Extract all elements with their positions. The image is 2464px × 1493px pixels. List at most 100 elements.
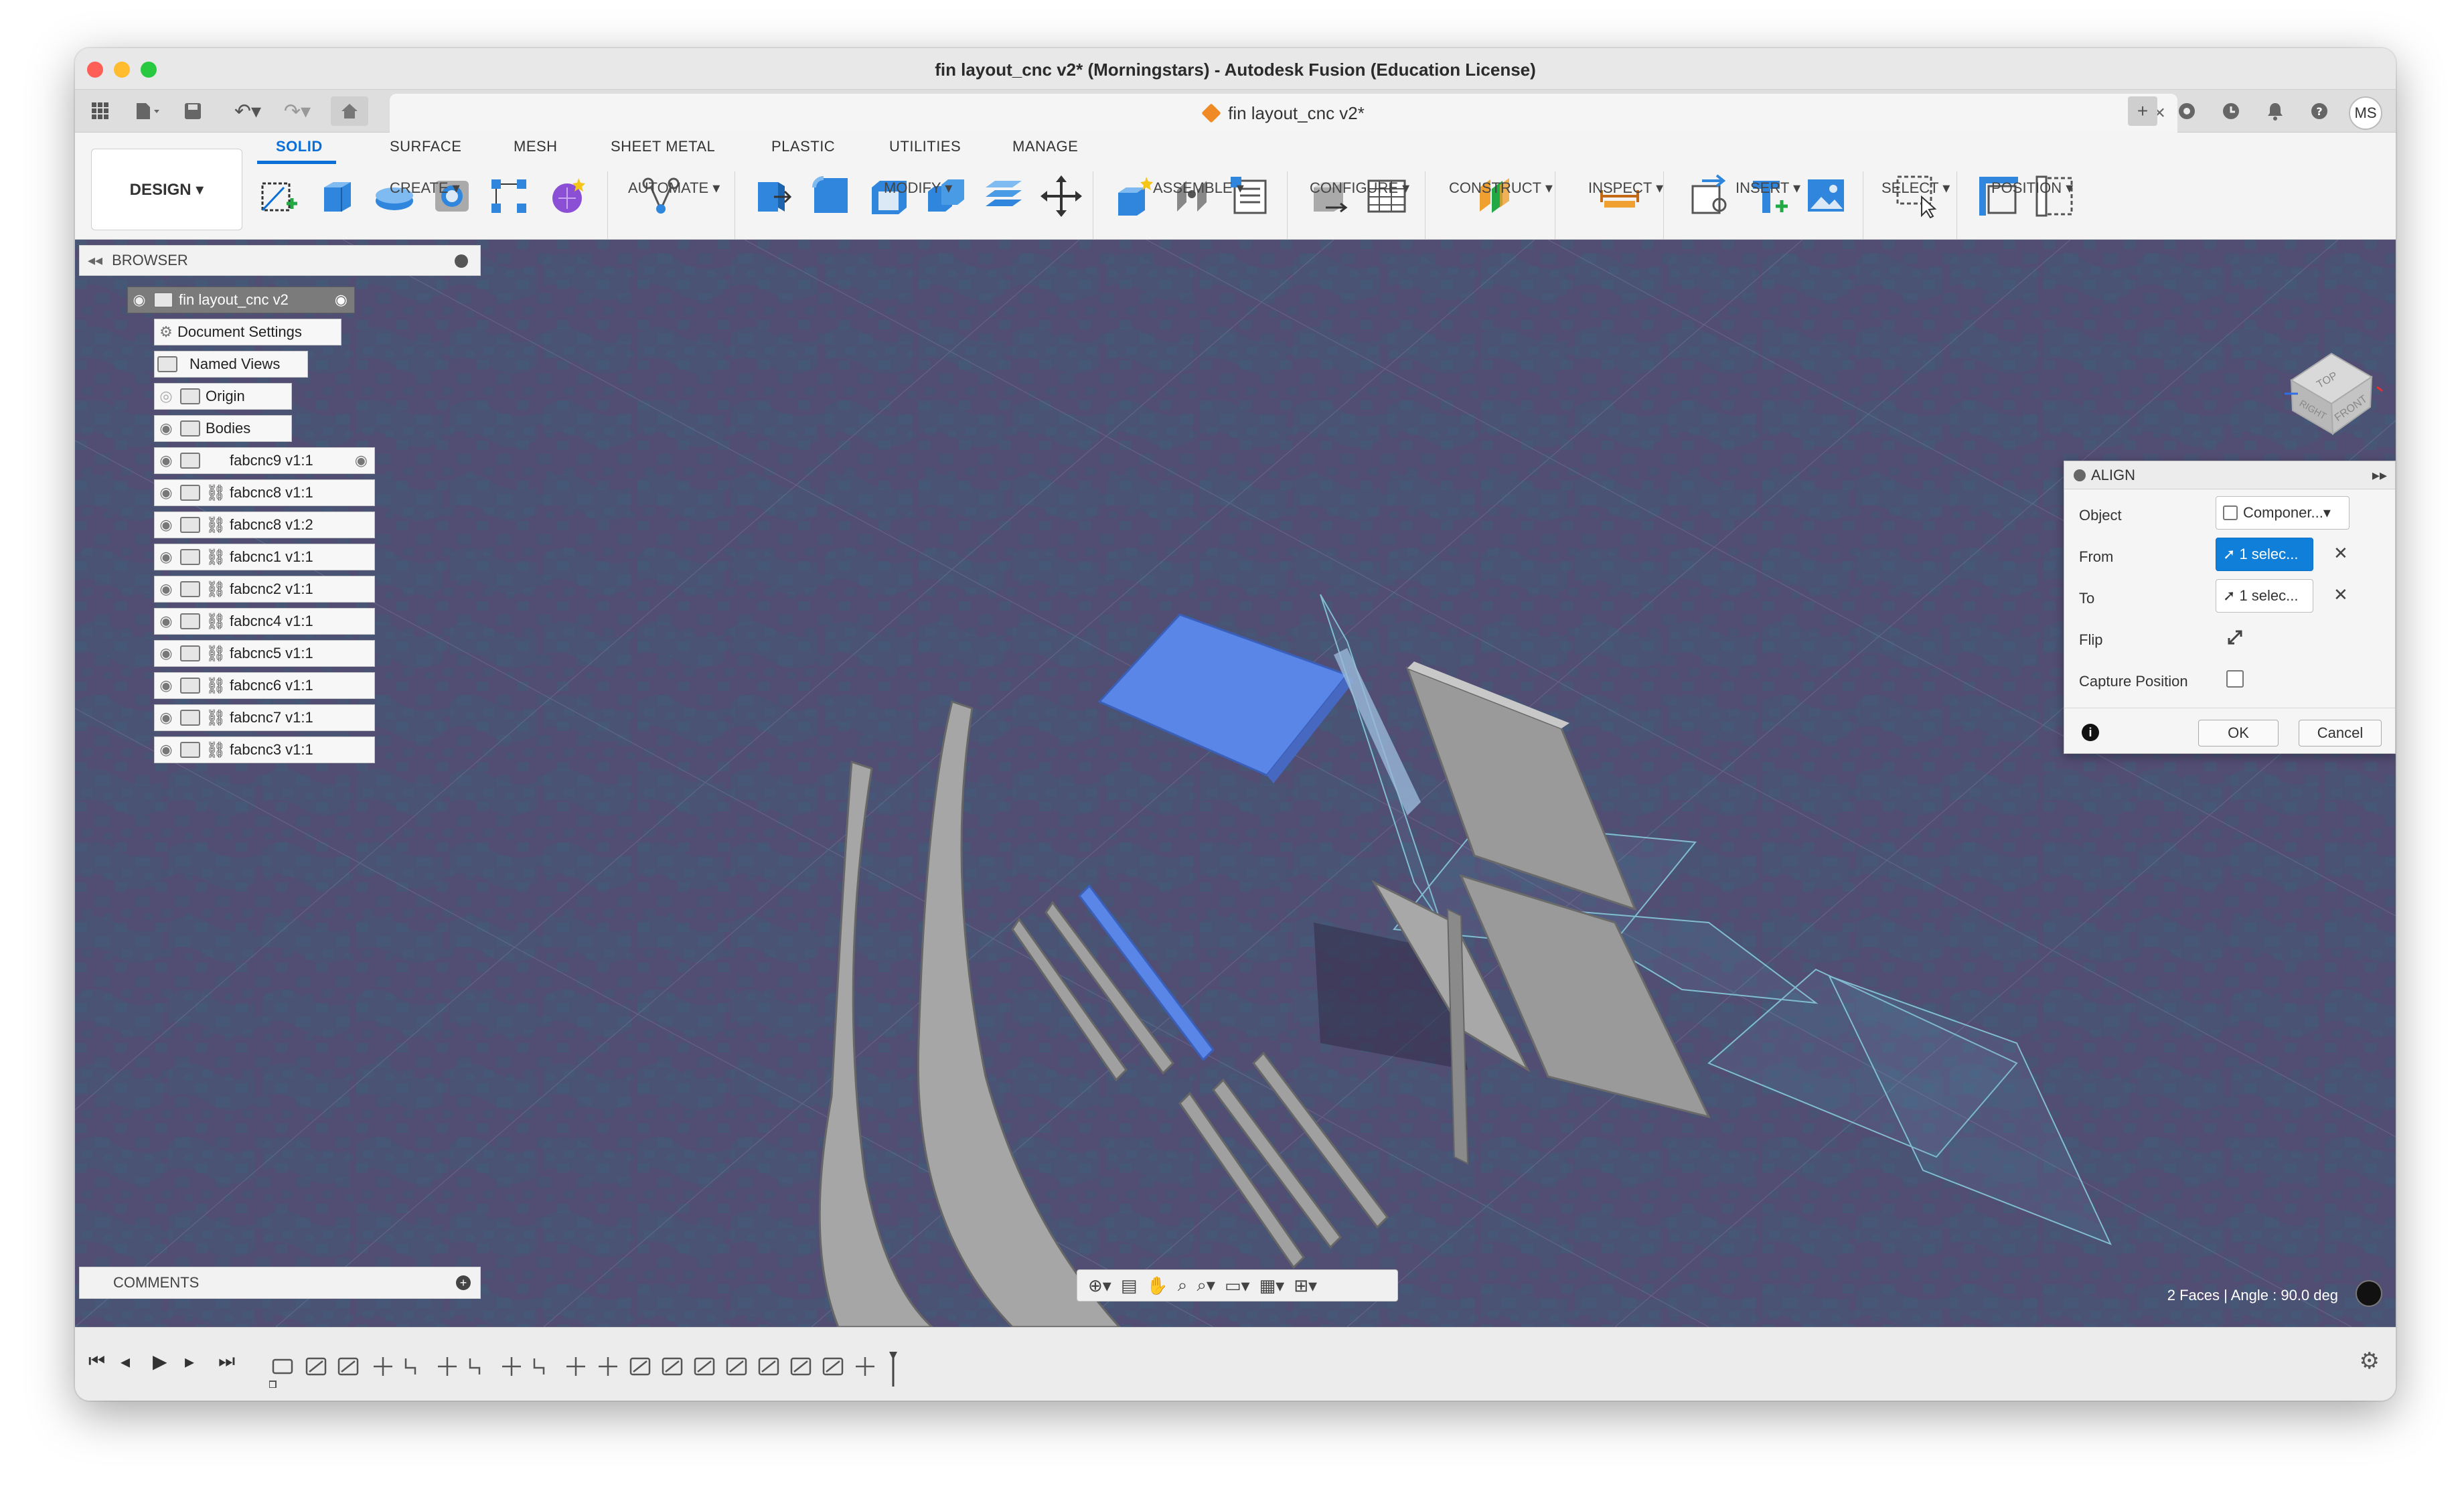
undo-icon[interactable]: ↶▾	[226, 96, 269, 126]
modify-menu[interactable]: MODIFY ▾	[884, 179, 952, 197]
redo-icon[interactable]: ↷▾	[276, 96, 319, 126]
help-icon[interactable]: ?	[2305, 96, 2334, 126]
visibility-icon[interactable]: ◉	[155, 645, 177, 662]
look-at-icon[interactable]: ▤	[1121, 1275, 1138, 1296]
visibility-icon[interactable]: ◉	[155, 548, 177, 566]
extensions-icon[interactable]	[2172, 96, 2202, 126]
tree-item-component[interactable]: ◉ ⛓ fabcnc5 v1:1	[154, 640, 375, 667]
visibility-icon[interactable]: ◉	[155, 484, 177, 501]
panel-pin-icon[interactable]	[455, 254, 468, 268]
notifications-icon[interactable]	[2260, 96, 2290, 126]
view-cube[interactable]: TOP FRONT RIGHT	[2278, 340, 2385, 441]
automate-menu[interactable]: AUTOMATE ▾	[628, 179, 720, 197]
new-component-icon[interactable]	[1113, 174, 1157, 218]
tree-item-component[interactable]: ◉ ⛓ fabcnc4 v1:1	[154, 608, 375, 635]
go-to-start-icon[interactable]: ⏮	[88, 1350, 105, 1372]
viewports-icon[interactable]: ⊞▾	[1294, 1275, 1317, 1296]
extrude-icon[interactable]	[315, 174, 359, 218]
construct-menu[interactable]: CONSTRUCT ▾	[1449, 179, 1553, 197]
insert-derive-icon[interactable]	[1689, 174, 1733, 218]
tree-root[interactable]: ◉ fin layout_cnc v2 ◉	[127, 287, 355, 313]
collapse-icon[interactable]: ◂◂	[88, 252, 102, 269]
fit-icon[interactable]: ⌕▾	[1197, 1275, 1215, 1296]
timeline-features[interactable]	[269, 1348, 952, 1388]
create-sketch-icon[interactable]	[257, 174, 301, 218]
pattern-icon[interactable]	[487, 174, 532, 218]
insert-menu[interactable]: INSERT ▾	[1736, 179, 1800, 197]
visibility-icon[interactable]: ◉	[128, 291, 151, 309]
visibility-icon[interactable]: ◉	[155, 516, 177, 534]
go-to-end-icon[interactable]: ⏭	[218, 1350, 235, 1372]
hidden-eye-icon[interactable]: ◎	[155, 388, 177, 405]
insert-canvas-icon[interactable]	[1804, 174, 1848, 218]
step-back-icon[interactable]: ◂	[121, 1350, 130, 1372]
create-menu[interactable]: CREATE ▾	[390, 179, 460, 197]
tree-item-bodies[interactable]: ◉ Bodies	[154, 415, 292, 442]
pan-icon[interactable]: ✋	[1146, 1275, 1168, 1296]
grid-settings-icon[interactable]: ▦▾	[1259, 1275, 1285, 1296]
file-menu-icon[interactable]	[129, 96, 166, 126]
step-forward-icon[interactable]: ▸	[185, 1350, 194, 1372]
zoom-icon[interactable]: ⌕	[1178, 1275, 1188, 1296]
user-avatar[interactable]: MS	[2349, 96, 2382, 130]
job-status-icon[interactable]	[2216, 96, 2246, 126]
flip-icon[interactable]	[2225, 627, 2245, 647]
select-menu[interactable]: SELECT ▾	[1881, 179, 1950, 197]
clear-to-icon[interactable]: ✕	[2333, 584, 2348, 605]
capture-position-checkbox[interactable]	[2226, 670, 2244, 688]
tree-item-component[interactable]: ◉ ⛓ fabcnc8 v1:1	[154, 479, 375, 506]
browser-header[interactable]: ◂◂ BROWSER	[79, 245, 481, 276]
inspect-menu[interactable]: INSPECT ▾	[1588, 179, 1663, 197]
visibility-icon[interactable]: ◉	[155, 741, 177, 759]
tree-item-component[interactable]: ◉ ⛓ fabcnc1 v1:1	[154, 544, 375, 570]
play-icon[interactable]: ▶	[153, 1350, 167, 1372]
app-grid-icon[interactable]	[87, 96, 114, 126]
status-indicator-icon[interactable]	[2356, 1280, 2382, 1307]
visibility-icon[interactable]: ◉	[155, 613, 177, 630]
info-icon[interactable]: i	[2082, 724, 2099, 741]
tab-manage[interactable]: MANAGE	[1012, 138, 1078, 155]
visibility-icon[interactable]: ◉	[155, 420, 177, 437]
from-selection[interactable]: ➚ 1 selec...	[2216, 538, 2313, 571]
to-selection[interactable]: ➚ 1 selec...	[2216, 579, 2313, 613]
tree-item-component[interactable]: ◉ ⛓ fabcnc2 v1:1	[154, 576, 375, 603]
radio-icon[interactable]: ◉	[355, 452, 368, 469]
tab-mesh[interactable]: MESH	[514, 138, 558, 155]
tree-item-component[interactable]: ◉ ⛓ fabcnc7 v1:1	[154, 704, 375, 731]
visibility-icon[interactable]: ◉	[155, 709, 177, 726]
tree-item-origin[interactable]: ◎ Origin	[154, 383, 292, 410]
visibility-icon[interactable]: ◉	[155, 580, 177, 598]
tree-item-component[interactable]: ◉ fabcnc9 v1:1 ◉	[154, 447, 375, 474]
tree-item-component[interactable]: ◉ ⛓ fabcnc3 v1:1	[154, 736, 375, 763]
3d-viewport[interactable]: ◂◂ BROWSER ◉ fin layout_cnc v2 ◉ ⚙ Docum…	[75, 240, 2396, 1327]
offset-face-icon[interactable]	[982, 174, 1026, 218]
timeline-settings-gear-icon[interactable]: ⚙	[2360, 1348, 2380, 1374]
add-comment-icon[interactable]: +	[456, 1275, 471, 1290]
canvas-scene[interactable]	[75, 240, 2396, 1327]
configure-menu[interactable]: CONFIGURE ▾	[1310, 179, 1409, 197]
home-icon[interactable]	[331, 96, 368, 126]
display-settings-icon[interactable]: ▭▾	[1225, 1275, 1250, 1296]
comments-panel[interactable]: COMMENTS +	[79, 1267, 481, 1299]
tab-surface[interactable]: SURFACE	[390, 138, 461, 155]
tree-item-component[interactable]: ◉ ⛓ fabcnc6 v1:1	[154, 672, 375, 699]
clear-from-icon[interactable]: ✕	[2333, 543, 2348, 564]
save-icon[interactable]	[179, 96, 206, 126]
cancel-button[interactable]: Cancel	[2299, 720, 2382, 746]
tab-plastic[interactable]: PLASTIC	[771, 138, 835, 155]
ok-button[interactable]: OK	[2198, 720, 2279, 746]
document-tab[interactable]: fin layout_cnc v2* ×	[390, 94, 2177, 133]
new-tab-icon[interactable]: +	[2128, 96, 2157, 126]
orbit-icon[interactable]: ⊕▾	[1088, 1275, 1111, 1296]
tab-utilities[interactable]: UTILITIES	[889, 138, 961, 155]
position-menu[interactable]: POSITION ▾	[1991, 179, 2073, 197]
workspace-switcher[interactable]: DESIGN ▾	[91, 149, 242, 230]
tree-item-component[interactable]: ◉ ⛓ fabcnc8 v1:2	[154, 512, 375, 538]
activate-icon[interactable]: ◉	[335, 291, 348, 309]
tab-sheet-metal[interactable]: SHEET METAL	[611, 138, 715, 155]
fillet-icon[interactable]	[809, 174, 853, 218]
visibility-icon[interactable]: ◉	[155, 677, 177, 694]
assemble-menu[interactable]: ASSEMBLE ▾	[1153, 179, 1244, 197]
press-pull-icon[interactable]	[751, 174, 795, 218]
tree-item-document-settings[interactable]: ⚙ Document Settings	[154, 319, 341, 345]
